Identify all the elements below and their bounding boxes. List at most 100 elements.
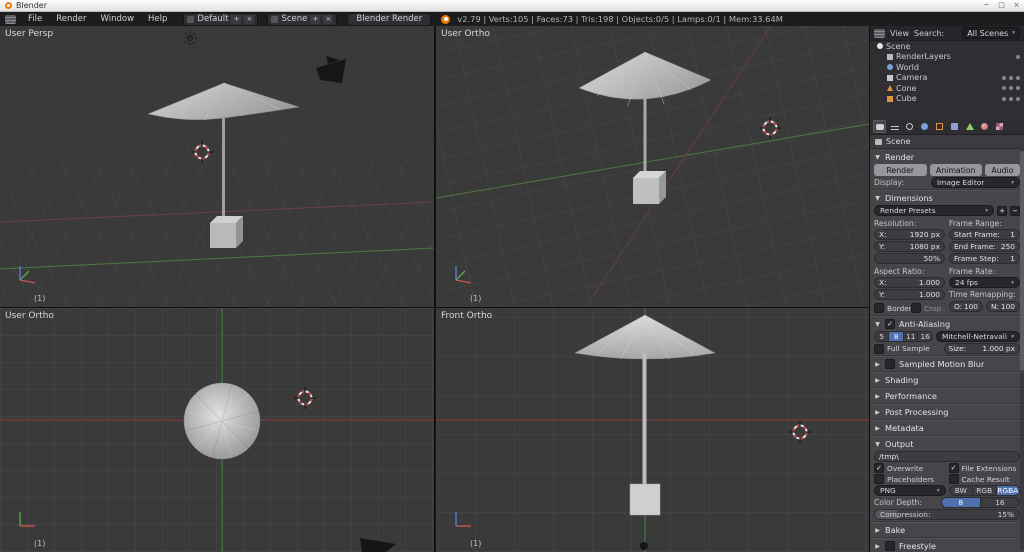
resolution-x-field[interactable]: X: 1920 px: [874, 229, 945, 240]
crop-checkbox[interactable]: Crop: [911, 303, 945, 313]
section-performance[interactable]: ▶ Performance: [874, 390, 1020, 402]
restriction-toggles[interactable]: [1002, 86, 1020, 91]
camera-object[interactable]: [316, 56, 346, 83]
outliner-editor-icon[interactable]: [874, 28, 885, 38]
render-engine-selector[interactable]: Blender Render: [347, 12, 432, 26]
restriction-toggles[interactable]: [1002, 75, 1020, 80]
minimize-button[interactable]: ─: [979, 0, 994, 11]
outliner-item-cone[interactable]: Cone: [870, 83, 1024, 94]
render-presets-dropdown[interactable]: Render Presets ▾: [874, 205, 994, 216]
restriction-toggles[interactable]: [1002, 96, 1020, 101]
add-layout-button[interactable]: +: [231, 14, 242, 24]
checkbox[interactable]: [874, 343, 884, 354]
outliner-view-menu[interactable]: View: [890, 29, 909, 38]
section-render[interactable]: ▼ Render: [874, 151, 1020, 163]
collapse-icon[interactable]: ▶: [874, 425, 881, 432]
3d-cursor[interactable]: [191, 141, 213, 163]
tab-render[interactable]: [873, 120, 886, 133]
menu-window[interactable]: Window: [94, 14, 142, 24]
browse-scene-icon[interactable]: [271, 15, 279, 23]
tab-data[interactable]: [963, 120, 976, 133]
expand-icon[interactable]: ▼: [874, 441, 881, 448]
aa-filter-dropdown[interactable]: Mitchell-Netravali ▾: [935, 331, 1020, 342]
3d-cursor[interactable]: [294, 387, 316, 409]
file-extensions-checkbox[interactable]: ✓ File Extensions: [948, 463, 1021, 473]
3d-cursor[interactable]: [759, 117, 781, 139]
tab-texture[interactable]: [993, 120, 1006, 133]
checkbox[interactable]: [948, 474, 959, 484]
aa-size-field[interactable]: Size: 1.000 px: [943, 343, 1020, 354]
animation-button[interactable]: Animation: [929, 164, 982, 176]
aspect-y-field[interactable]: Y: 1.000: [874, 289, 945, 300]
menu-render[interactable]: Render: [49, 14, 93, 24]
viewport-front-ortho[interactable]: Front Ortho (1): [436, 308, 869, 552]
umbrella-object[interactable]: [147, 82, 300, 248]
section-anti-aliasing[interactable]: ▼ ✓ Anti-Aliasing: [874, 318, 1020, 330]
placeholders-checkbox[interactable]: Placeholders: [874, 474, 946, 484]
checkbox[interactable]: ✓: [948, 463, 959, 473]
tab-modifiers[interactable]: [948, 120, 961, 133]
samples-8-button[interactable]: 8: [889, 331, 904, 342]
compression-slider[interactable]: Compression: 15%: [874, 509, 1020, 520]
checkbox[interactable]: [874, 303, 884, 313]
3d-cursor[interactable]: [789, 421, 811, 443]
resolution-y-field[interactable]: Y: 1080 px: [874, 241, 945, 252]
close-button[interactable]: ×: [1009, 0, 1024, 11]
anti-aliasing-checkbox[interactable]: ✓: [885, 319, 895, 329]
editor-type-icon[interactable]: [5, 14, 16, 24]
end-frame-field[interactable]: End Frame: 250: [949, 241, 1020, 252]
tab-material[interactable]: [978, 120, 991, 133]
restriction-toggles[interactable]: [1016, 54, 1020, 59]
tab-object[interactable]: [933, 120, 946, 133]
checkbox[interactable]: [874, 474, 884, 484]
lamp-object[interactable]: [183, 31, 197, 45]
screen-layout-selector[interactable]: Default + ×: [183, 12, 259, 26]
delete-layout-button[interactable]: ×: [244, 14, 255, 24]
menu-file[interactable]: File: [21, 14, 49, 24]
frame-step-field[interactable]: Frame Step: 1: [949, 253, 1020, 264]
outliner-item-cube[interactable]: Cube: [870, 94, 1024, 105]
collapse-icon[interactable]: ▶: [874, 527, 881, 534]
add-scene-button[interactable]: +: [310, 14, 321, 24]
outliner-item-camera[interactable]: Camera: [870, 73, 1024, 84]
render-button[interactable]: Render: [874, 164, 927, 176]
freestyle-checkbox[interactable]: [885, 541, 895, 551]
samples-16-button[interactable]: 16: [918, 331, 933, 342]
motion-blur-checkbox[interactable]: [885, 359, 895, 369]
display-dropdown[interactable]: Image Editor ▾: [930, 177, 1020, 188]
start-frame-field[interactable]: Start Frame: 1: [949, 229, 1020, 240]
browse-layout-icon[interactable]: [187, 15, 195, 23]
fps-dropdown[interactable]: 24 fps ▾: [949, 277, 1020, 288]
viewport-user-persp[interactable]: User Persp (1): [0, 26, 434, 307]
expand-icon[interactable]: ▼: [874, 154, 881, 161]
viewport-user-ortho-bottom[interactable]: User Ortho (1): [0, 308, 434, 552]
section-post-processing[interactable]: ▶ Post Processing: [874, 406, 1020, 418]
umbrella-object[interactable]: [574, 314, 716, 516]
outliner-filter-dropdown[interactable]: All Scenes ▾: [962, 27, 1020, 39]
preset-add-button[interactable]: +: [997, 205, 1007, 216]
bw-button[interactable]: BW: [948, 485, 974, 496]
file-format-dropdown[interactable]: PNG ▾: [874, 485, 946, 496]
samples-11-button[interactable]: 11: [903, 331, 919, 342]
checkbox[interactable]: ✓: [874, 463, 884, 473]
lamp-object[interactable]: [640, 542, 648, 550]
umbrella-object-top-view[interactable]: [183, 382, 261, 460]
tab-scene[interactable]: [903, 120, 916, 133]
outliner-search-menu[interactable]: Search:: [914, 29, 944, 38]
overwrite-checkbox[interactable]: ✓ Overwrite: [874, 463, 946, 473]
delete-scene-button[interactable]: ×: [323, 14, 334, 24]
expand-icon[interactable]: ▼: [874, 321, 881, 328]
cache-result-checkbox[interactable]: Cache Result: [948, 474, 1021, 484]
viewport-user-ortho-top[interactable]: User Ortho (1): [436, 26, 869, 307]
section-sampled-motion-blur[interactable]: ▶ Sampled Motion Blur: [874, 358, 1020, 370]
rgba-button[interactable]: RGBA: [996, 485, 1020, 496]
aspect-x-field[interactable]: X: 1.000: [874, 277, 945, 288]
collapse-icon[interactable]: ▶: [874, 393, 881, 400]
depth-8-button[interactable]: 8: [940, 497, 981, 508]
expand-icon[interactable]: ▼: [874, 195, 881, 202]
section-bake[interactable]: ▶ Bake: [874, 524, 1020, 536]
resolution-percentage-field[interactable]: 50%: [874, 253, 945, 264]
samples-5-button[interactable]: 5: [874, 331, 890, 342]
maximize-button[interactable]: □: [994, 0, 1009, 11]
collapse-icon[interactable]: ▶: [874, 377, 881, 384]
